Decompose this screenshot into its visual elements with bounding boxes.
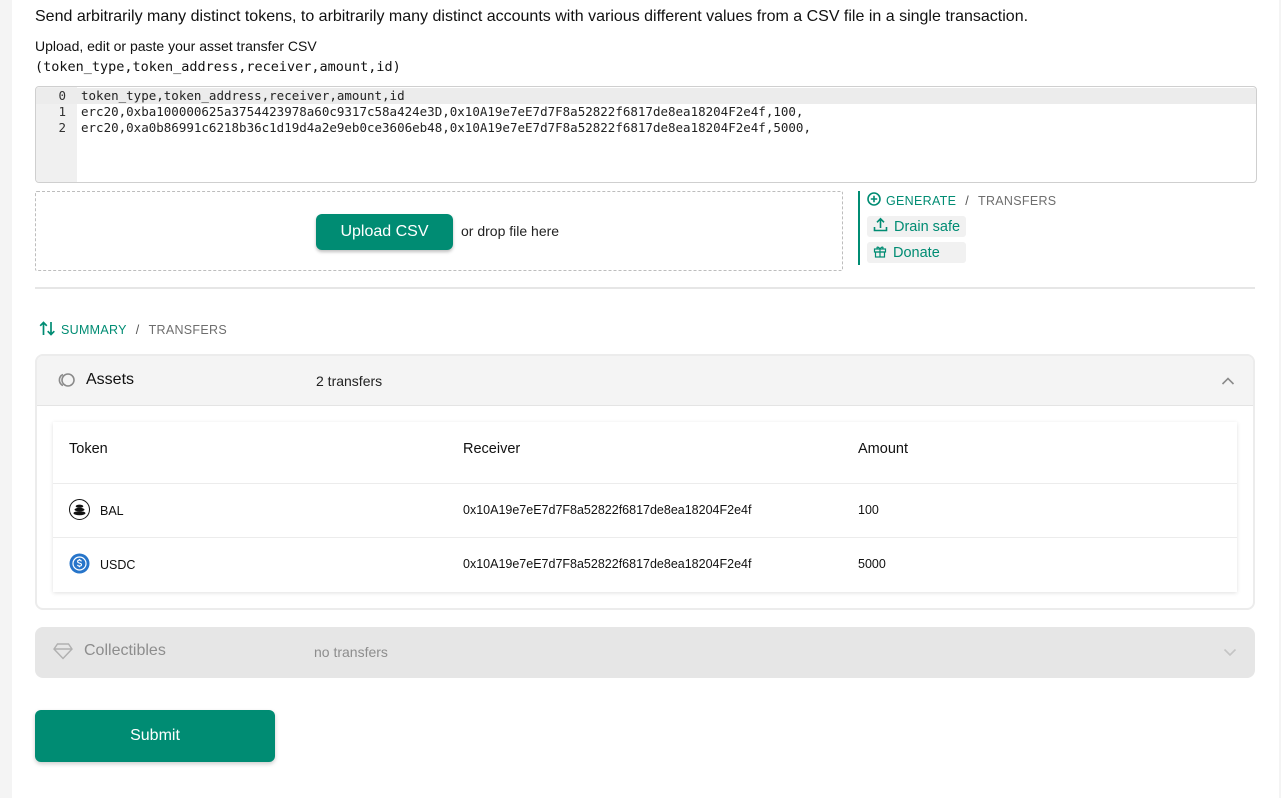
line-number: 1 [58,104,66,119]
drain-safe-label: Drain safe [894,218,961,235]
upload-label: Upload, edit or paste your asset transfe… [35,38,317,54]
editor-line[interactable]: 0 token_type,token_address,receiver,amou… [36,88,1256,104]
line-text[interactable]: token_type,token_address,receiver,amount… [81,88,405,104]
breadcrumb-separator: / [135,323,140,337]
upload-csv-button[interactable]: Upload CSV [316,214,453,250]
breadcrumb-separator: / [965,193,970,208]
generate-breadcrumb: GENERATE / TRANSFERS [867,192,1056,209]
usdc-token-icon [69,553,90,577]
line-number: 0 [58,88,66,103]
drop-file-text: or drop file here [461,223,560,239]
assets-table: Token Receiver Amount BAL 0x10A19e7eE7d7… [53,422,1237,592]
transfers-tab[interactable]: TRANSFERS [978,194,1056,208]
summary-breadcrumb: SUMMARY / TRANSFERS [39,321,227,339]
section-divider [35,287,1255,289]
receiver-cell: 0x10A19e7eE7d7F8a52822f6817de8ea18204F2e… [463,557,752,571]
line-text[interactable]: erc20,0xba100000625a3754423978a60c9317c5… [81,104,803,120]
line-number: 2 [58,120,66,135]
drain-safe-button[interactable]: Drain safe [867,216,966,237]
token-cell: BAL [69,499,124,523]
table-row: BAL 0x10A19e7eE7d7F8a52822f6817de8ea1820… [53,483,1237,537]
token-symbol: BAL [100,504,124,518]
summary-tab[interactable]: SUMMARY [61,323,127,337]
coins-icon [55,371,77,394]
diamond-icon [53,642,73,665]
submit-button[interactable]: Submit [35,710,275,762]
collectibles-count: no transfers [314,644,388,660]
assets-count: 2 transfers [316,373,383,389]
line-text[interactable]: erc20,0xa0b86991c6218b36c1d19d4a2e9eb0ce… [81,120,811,136]
column-header-receiver: Receiver [463,441,521,457]
amount-cell: 100 [858,503,879,517]
assets-accordion-header[interactable]: Assets 2 transfers [37,356,1253,406]
sort-arrows-icon [39,321,56,339]
column-header-token: Token [69,441,108,457]
amount-cell: 5000 [858,557,886,571]
gift-icon [873,244,887,262]
column-header-amount: Amount [858,441,908,457]
donate-button[interactable]: Donate [867,242,966,263]
receiver-cell: 0x10A19e7eE7d7F8a52822f6817de8ea18204F2e… [463,503,752,517]
transfers-tab[interactable]: TRANSFERS [149,323,227,337]
plus-circle-icon [867,192,881,209]
collectibles-title: Collectibles [84,642,166,659]
collectibles-accordion[interactable]: Collectibles no transfers [35,627,1255,678]
generate-panel: GENERATE / TRANSFERS Drain safe Donate [858,191,1058,265]
chevron-down-icon[interactable] [1223,644,1237,662]
csv-dropzone[interactable]: Upload CSV or drop file here [35,191,843,271]
intro-text: Send arbitrarily many distinct tokens, t… [35,8,1029,25]
csv-format-hint: (token_type,token_address,receiver,amoun… [35,59,401,75]
page-content: Send arbitrarily many distinct tokens, t… [12,0,1279,798]
editor-line[interactable]: 2 erc20,0xa0b86991c6218b36c1d19d4a2e9eb0… [36,120,1256,136]
editor-line[interactable]: 1 erc20,0xba100000625a3754423978a60c9317… [36,104,1256,120]
assets-title: Assets [86,371,135,388]
generate-tab[interactable]: GENERATE [886,194,956,208]
assets-accordion: Assets 2 transfers Token Receiver Amount… [35,354,1255,610]
upload-arrow-icon [873,217,888,236]
token-symbol: USDC [100,558,136,572]
csv-editor[interactable]: 0 token_type,token_address,receiver,amou… [35,86,1257,183]
bal-token-icon [69,499,90,523]
table-row: USDC 0x10A19e7eE7d7F8a52822f6817de8ea182… [53,537,1237,591]
donate-label: Donate [893,244,940,261]
token-cell: USDC [69,553,135,577]
chevron-up-icon[interactable] [1221,373,1235,391]
